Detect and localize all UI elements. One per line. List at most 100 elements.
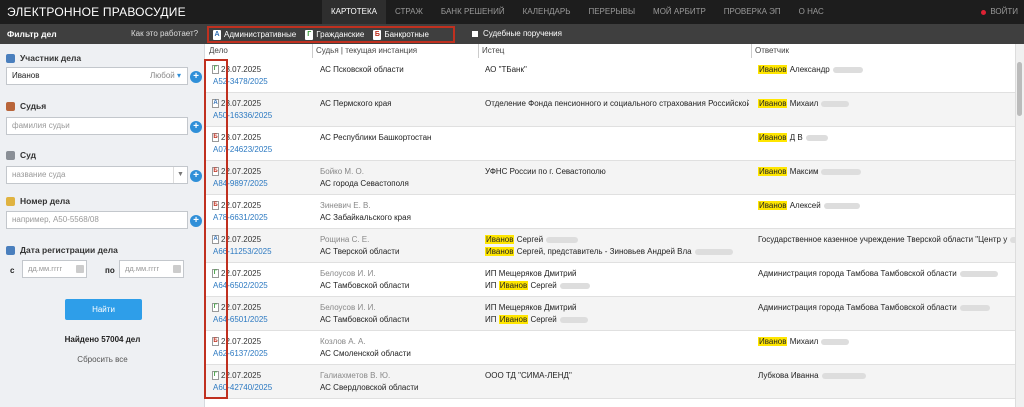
table-row[interactable]: Г 22.07.2025 А64-6501/2025 Белоусов И. И. АС… [206, 297, 1015, 331]
type-bankruptcy-button[interactable]: Б Банкротные [373, 29, 429, 40]
table-row[interactable]: А 23.07.2025 А50-16336/2025 АС Пермского кр… [206, 93, 1015, 127]
nav-kalendar[interactable]: КАЛЕНДАРЬ [514, 0, 580, 24]
find-button[interactable]: Найти [65, 299, 142, 320]
court-label: Суд [6, 150, 36, 160]
case-date: 22.07.2025 [221, 303, 262, 312]
table-row[interactable]: Б 22.07.2025 А78-6631/2025 Зиневич Е. В. АС … [206, 195, 1015, 229]
reg-date-label: Дата регистрации дела [6, 245, 118, 255]
scrollbar-thumb[interactable] [1017, 62, 1022, 116]
case-number-link[interactable]: А84-9897/2025 [213, 178, 312, 190]
calendar-picker-icon[interactable] [173, 265, 181, 273]
case-date: 23.07.2025 [221, 99, 262, 108]
table-row[interactable]: Г 22.07.2025 А60-42740/2025 Галиахметов В. … [206, 365, 1015, 399]
login-button[interactable]: ВОЙТИ [981, 0, 1018, 24]
bankruptcy-icon: Б [212, 201, 219, 211]
type-label: Гражданские [316, 30, 365, 39]
nav-o-nas[interactable]: О НАС [790, 0, 833, 24]
defendant-cell: Иванов Максим [758, 166, 1015, 178]
header-case[interactable]: Дело [206, 44, 313, 58]
case-number-link[interactable]: А50-16336/2025 [213, 110, 312, 122]
plaintiff-cell: ИП Мещеряков Дмитрий ИП Иванов Сергей [485, 302, 749, 326]
folder-icon [6, 196, 15, 206]
case-number-link[interactable]: А60-42740/2025 [213, 382, 312, 394]
case-cell: Б 22.07.2025 А78-6631/2025 [212, 200, 312, 224]
table-row[interactable]: Б 23.07.2025 А07-24623/2025 АС Республики Б… [206, 127, 1015, 161]
case-number-link[interactable]: А64-6502/2025 [213, 280, 312, 292]
case-date: 22.07.2025 [221, 337, 262, 346]
header-defendant[interactable]: Ответчик [752, 44, 1015, 58]
reset-all-link[interactable]: Сбросить все [0, 355, 205, 364]
participant-input[interactable]: Иванов Любой ▾ [6, 67, 188, 85]
login-label: ВОЙТИ [990, 7, 1018, 16]
defendant-cell: Иванов Александр [758, 64, 1015, 76]
nav-bank-resheniy[interactable]: БАНК РЕШЕНИЙ [432, 0, 514, 24]
filter-sidebar: Участник дела Иванов Любой ▾ + Судья фам… [0, 44, 205, 407]
case-date: 22.07.2025 [221, 167, 262, 176]
court-orders-toggle[interactable]: Судебные поручения [472, 29, 562, 38]
party-line: Иванов Д В [758, 132, 1015, 144]
search-highlight: Иванов [485, 235, 515, 244]
redacted-name [959, 270, 998, 277]
nav-strazh[interactable]: СТРАЖ [386, 0, 432, 24]
case-number-link[interactable]: А07-24623/2025 [213, 144, 312, 156]
checkbox-icon[interactable] [472, 30, 478, 37]
case-date: 23.07.2025 [221, 65, 262, 74]
case-number-link[interactable]: А52-3478/2025 [213, 76, 312, 88]
case-number-link[interactable]: А62-6137/2025 [213, 348, 312, 360]
add-case-number-icon[interactable]: + [190, 215, 202, 227]
bankruptcy-icon: Б [373, 29, 382, 40]
judge-cell: АС Псковской области [320, 64, 478, 76]
app-title[interactable]: ЭЛЕКТРОННОЕ ПРАВОСУДИЕ [7, 5, 186, 19]
table-row[interactable]: Б 22.07.2025 А84-9897/2025 Бойко М. О. АС го… [206, 161, 1015, 195]
defendant-cell: Иванов Алексей [758, 200, 1015, 212]
case-cell: Г 23.07.2025 А52-3478/2025 [212, 64, 312, 88]
table-row[interactable]: А 22.07.2025 А66-11253/2025 Рощина С. Е. АС … [206, 229, 1015, 263]
case-cell: Б 23.07.2025 А07-24623/2025 [212, 132, 312, 156]
type-administrative-button[interactable]: А Административные [213, 29, 297, 40]
court-name: АС Пермского края [320, 99, 392, 108]
case-number-link[interactable]: А78-6631/2025 [213, 212, 312, 224]
party-line: Администрация города Тамбова Тамбовской … [758, 302, 1015, 314]
nav-proverka-ep[interactable]: ПРОВЕРКА ЭП [715, 0, 790, 24]
civil-icon: Г [212, 371, 219, 381]
nav-kartoteka[interactable]: КАРТОТЕКА [322, 0, 386, 24]
judge-cell: Козлов А. А. АС Смоленской области [320, 336, 478, 360]
date-to-input[interactable]: дд.мм.гггг [119, 260, 184, 278]
search-highlight: Иванов [498, 315, 529, 324]
date-from-input[interactable]: дд.мм.гггг [22, 260, 87, 278]
court-name: АС Смоленской области [320, 349, 411, 358]
type-label: Банкротные [384, 30, 429, 39]
header-judge[interactable]: Судья | текущая инстанция [313, 44, 479, 58]
calendar-picker-icon[interactable] [76, 265, 84, 273]
table-row[interactable]: Г 23.07.2025 А52-3478/2025 АС Псковской обл… [206, 59, 1015, 93]
add-participant-icon[interactable]: + [190, 71, 202, 83]
nav-pereryvy[interactable]: ПЕРЕРЫВЫ [579, 0, 644, 24]
party-line: Лубкова Иванна [758, 370, 1015, 382]
type-civil-button[interactable]: Г Гражданские [305, 29, 365, 40]
header-plaintiff[interactable]: Истец [479, 44, 752, 58]
table-row[interactable]: Г 22.07.2025 А64-6502/2025 Белоусов И. И. АС… [206, 263, 1015, 297]
search-highlight: Иванов [498, 281, 529, 290]
type-label: Административные [224, 30, 297, 39]
case-number-link[interactable]: А64-6501/2025 [213, 314, 312, 326]
redacted-name [559, 316, 588, 323]
case-number-label: Номер дела [6, 196, 70, 206]
table-row[interactable]: Б 22.07.2025 А62-6137/2025 Козлов А. А. АС С… [206, 331, 1015, 365]
judge-input[interactable]: фамилия судьи [6, 117, 188, 135]
defendant-cell: Государственное казенное учреждение Твер… [758, 234, 1015, 246]
party-line: Иванов Максим [758, 166, 1015, 178]
party-line: Иванов Сергей [485, 234, 749, 246]
court-input[interactable]: название суда ▼ [6, 166, 188, 184]
how-it-works-link[interactable]: Как это работает? [131, 29, 198, 38]
add-judge-icon[interactable]: + [190, 121, 202, 133]
chevron-down-icon[interactable]: ▼ [173, 167, 187, 183]
participant-role-select[interactable]: Любой ▾ [150, 68, 181, 84]
court-name: АС Свердловской области [320, 383, 419, 392]
add-court-icon[interactable]: + [190, 170, 202, 182]
redacted-name [546, 236, 579, 243]
case-number-input[interactable]: например, А50-5568/08 [6, 211, 188, 229]
party-line: ИП Иванов Сергей [485, 280, 749, 292]
nav-moy-arbitr[interactable]: МОЙ АРБИТР [644, 0, 715, 24]
case-number-link[interactable]: А66-11253/2025 [213, 246, 312, 258]
search-highlight: Иванов [485, 247, 515, 256]
